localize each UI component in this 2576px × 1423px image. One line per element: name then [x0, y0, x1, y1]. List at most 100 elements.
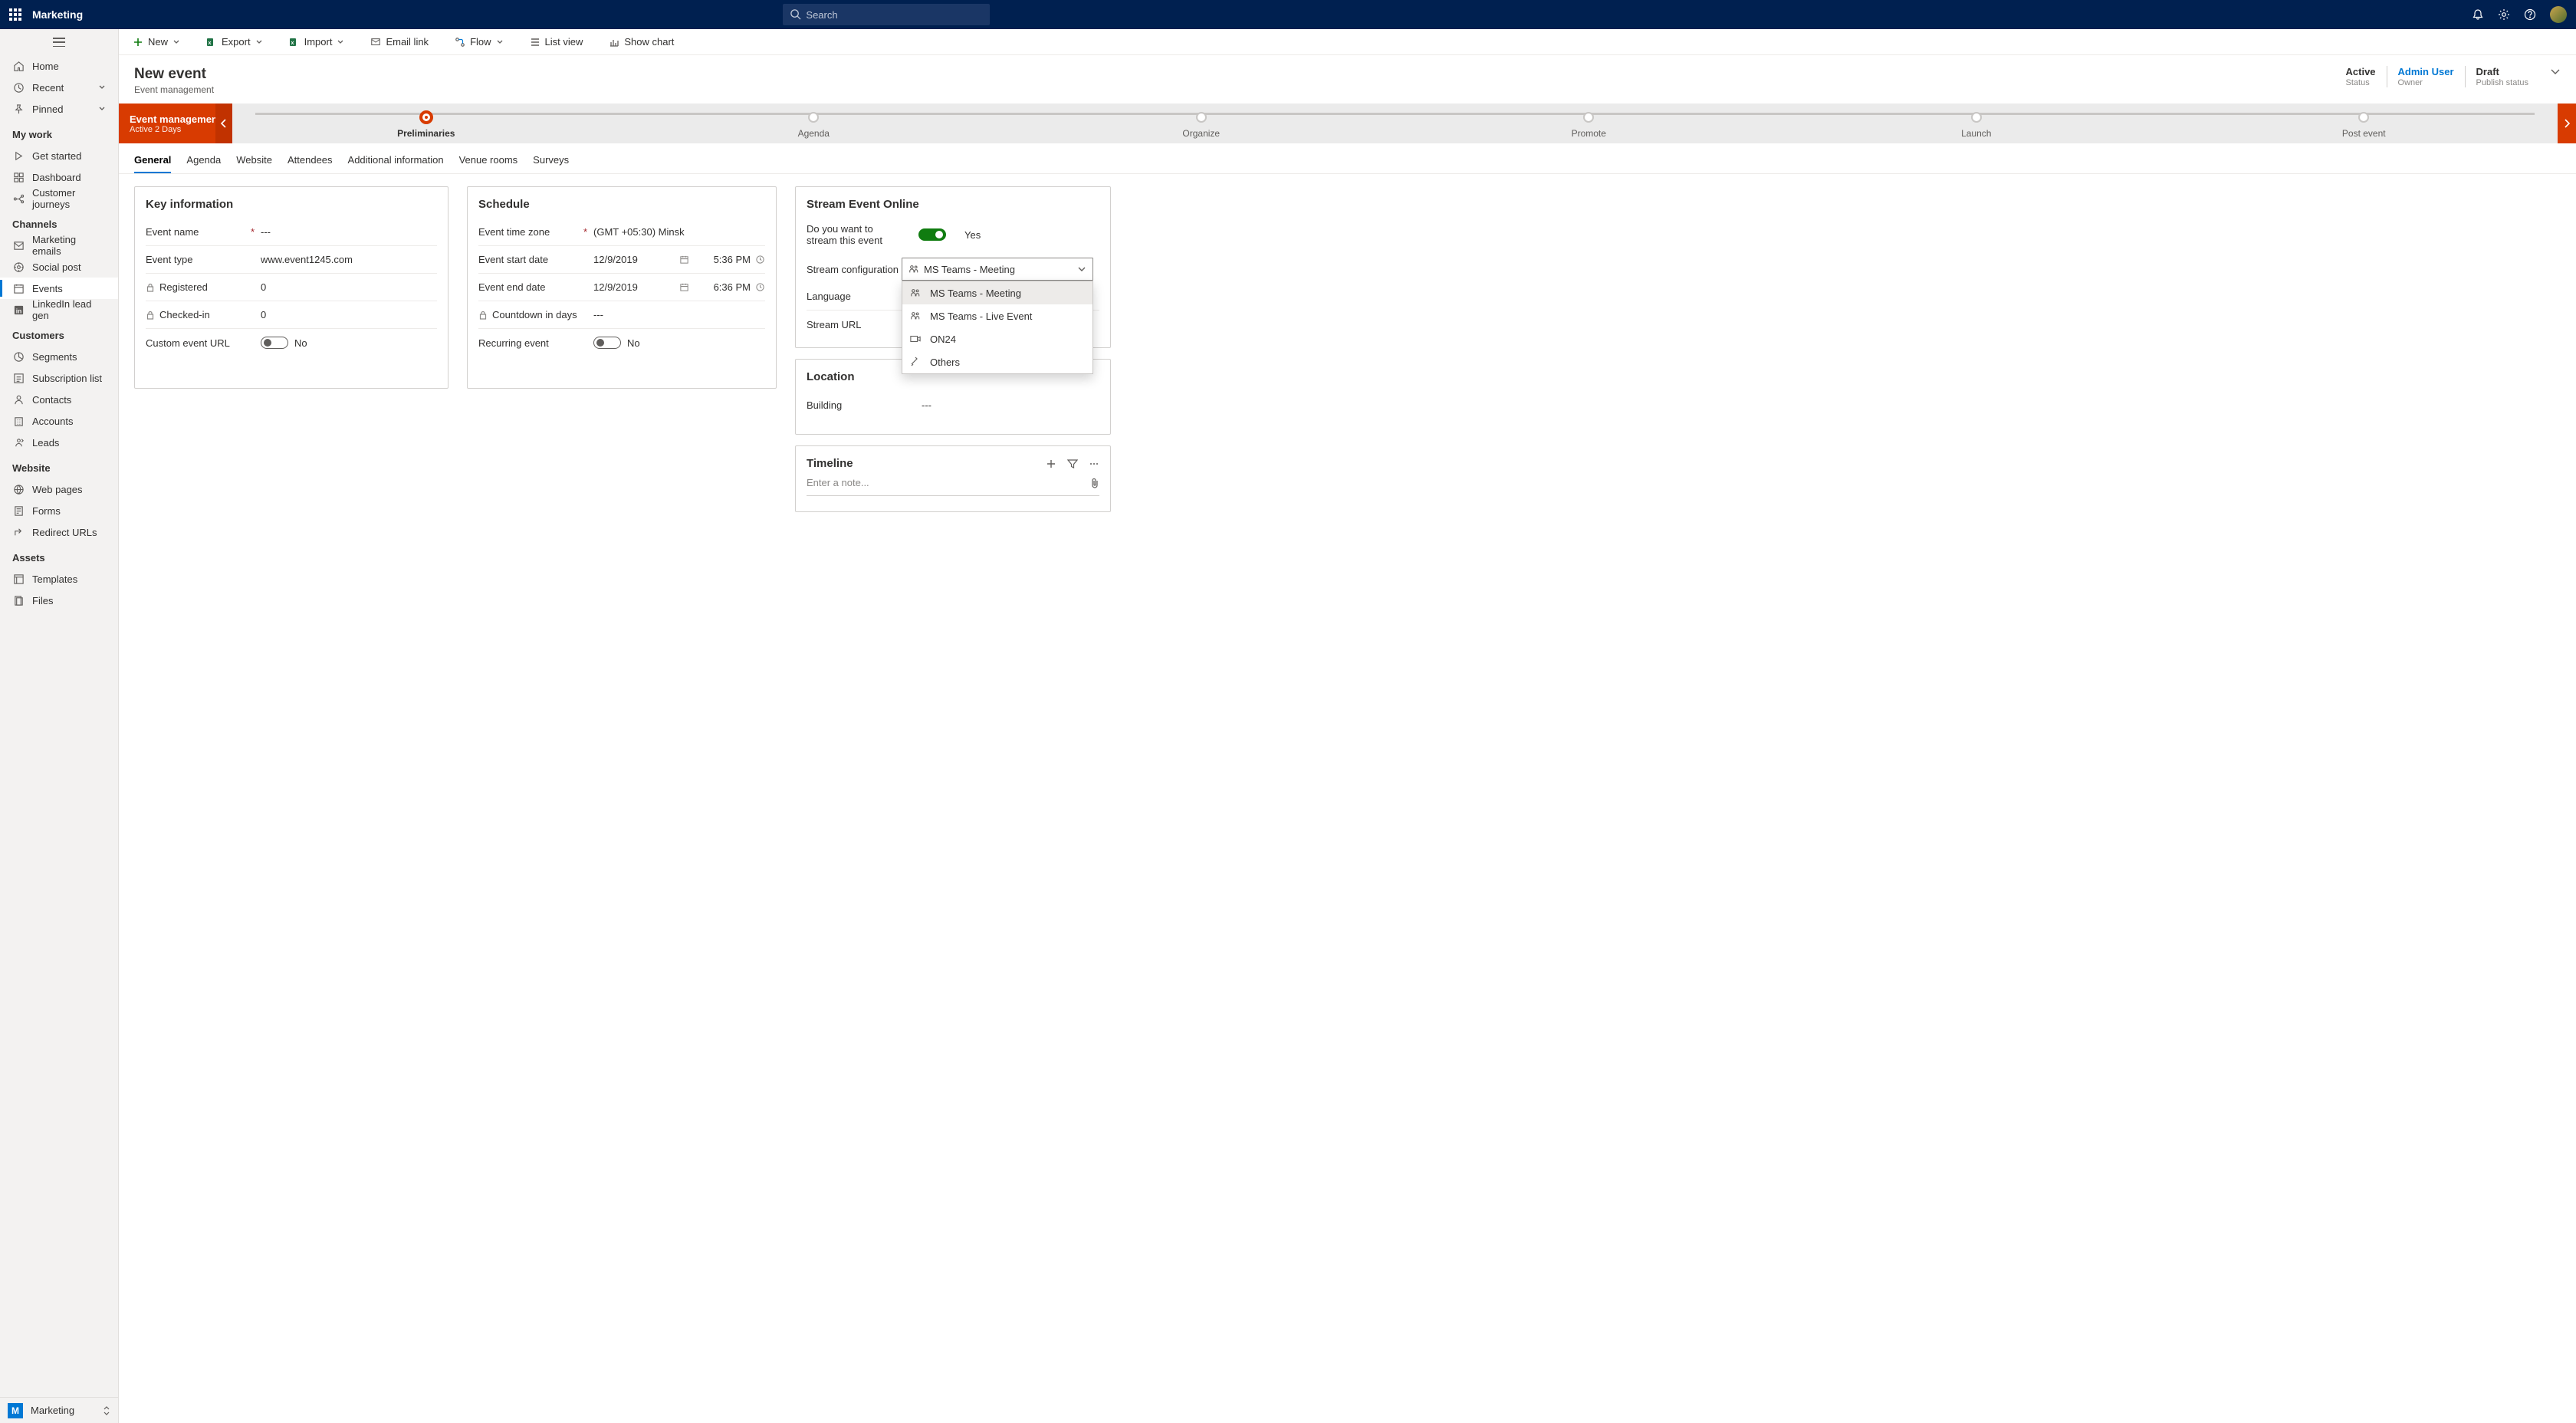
- form-row: Countdown in days---: [478, 301, 765, 329]
- tab-additional-information[interactable]: Additional information: [348, 148, 444, 173]
- row-value[interactable]: ---: [261, 226, 437, 238]
- bpf-active-stage[interactable]: Event management Active 2 Days: [119, 104, 232, 143]
- cmd-new[interactable]: New: [128, 31, 185, 53]
- cmd-label: Export: [222, 36, 251, 48]
- timeline-filter-icon[interactable]: [1067, 458, 1078, 469]
- journeys-icon: [12, 193, 25, 205]
- timeline-add-icon[interactable]: [1046, 458, 1056, 469]
- dropdown-option[interactable]: ON24: [902, 327, 1092, 350]
- bpf-step[interactable]: Promote: [1395, 108, 1783, 139]
- dropdown-option[interactable]: MS Teams - Meeting: [902, 281, 1092, 304]
- global-search[interactable]: [783, 4, 990, 25]
- bpf-step[interactable]: Agenda: [620, 108, 1008, 139]
- row-value[interactable]: www.event1245.com: [261, 254, 437, 265]
- app-launcher-icon[interactable]: [9, 8, 21, 21]
- form-row: Event time zone*(GMT +05:30) Minsk: [478, 219, 765, 246]
- cmd-listview[interactable]: List view: [525, 31, 588, 53]
- tab-attendees[interactable]: Attendees: [288, 148, 333, 173]
- bpf-step[interactable]: Preliminaries: [232, 108, 620, 139]
- tab-surveys[interactable]: Surveys: [533, 148, 569, 173]
- row-value[interactable]: ---: [593, 309, 765, 320]
- nav-linkedin[interactable]: inLinkedIn lead gen: [0, 299, 118, 320]
- bpf-step[interactable]: Post event: [2170, 108, 2558, 139]
- stream-toggle[interactable]: [918, 228, 946, 241]
- clock-icon[interactable]: [755, 282, 765, 292]
- home-icon: [12, 61, 25, 72]
- header-expand-icon[interactable]: [2550, 66, 2561, 77]
- nav-webpages[interactable]: Web pages: [0, 478, 118, 500]
- date-value[interactable]: 12/9/2019: [593, 254, 675, 265]
- nav-recent[interactable]: Recent: [0, 77, 118, 98]
- nav-templates[interactable]: Templates: [0, 568, 118, 590]
- segments-icon: [12, 351, 25, 363]
- cmd-label: Import: [304, 36, 333, 48]
- nav-memails[interactable]: Marketing emails: [0, 235, 118, 256]
- nav-getstarted[interactable]: Get started: [0, 145, 118, 166]
- row-label: Event type: [146, 254, 261, 265]
- timeline-more-icon[interactable]: [1089, 458, 1099, 469]
- tab-venue-rooms[interactable]: Venue rooms: [459, 148, 518, 173]
- row-value[interactable]: 0: [261, 281, 437, 293]
- cmd-emaillink[interactable]: Email link: [366, 31, 433, 53]
- area-switcher[interactable]: M Marketing: [0, 1397, 118, 1423]
- row-value[interactable]: (GMT +05:30) Minsk: [593, 226, 765, 238]
- linkedin-icon: in: [12, 304, 25, 316]
- nav-leads[interactable]: Leads: [0, 432, 118, 453]
- settings-icon[interactable]: [2498, 8, 2510, 21]
- nav-segments[interactable]: Segments: [0, 346, 118, 367]
- nav-social[interactable]: Social post: [0, 256, 118, 278]
- nav-files[interactable]: Files: [0, 590, 118, 611]
- calendar-icon[interactable]: [679, 255, 689, 265]
- nav-home[interactable]: Home: [0, 55, 118, 77]
- nav-journeys[interactable]: Customer journeys: [0, 188, 118, 209]
- cmd-export[interactable]: xExport: [202, 31, 268, 53]
- timeline-note-input[interactable]: Enter a note...: [807, 470, 1099, 496]
- user-avatar[interactable]: [2550, 6, 2567, 23]
- row-value[interactable]: 0: [261, 309, 437, 320]
- toggle-switch[interactable]: [261, 337, 288, 349]
- tab-general[interactable]: General: [134, 148, 171, 173]
- clock-icon[interactable]: [755, 255, 765, 265]
- nav-dashboard[interactable]: Dashboard: [0, 166, 118, 188]
- meta-value: Draft: [2476, 66, 2528, 77]
- attachment-icon[interactable]: [1090, 478, 1099, 488]
- svg-text:in: in: [15, 307, 21, 314]
- tab-website[interactable]: Website: [236, 148, 272, 173]
- stage-advance-button[interactable]: [2558, 104, 2576, 143]
- nav-forms[interactable]: Forms: [0, 500, 118, 521]
- calendar-icon[interactable]: [679, 282, 689, 292]
- time-value[interactable]: 5:36 PM: [705, 254, 751, 265]
- dropdown-option[interactable]: Others: [902, 350, 1092, 373]
- bpf-step[interactable]: Launch: [1783, 108, 2170, 139]
- dropdown-option[interactable]: MS Teams - Live Event: [902, 304, 1092, 327]
- stage-back-button[interactable]: [215, 104, 232, 143]
- meta-value[interactable]: Admin User: [2398, 66, 2454, 77]
- stream-config-value: MS Teams - Meeting: [924, 264, 1015, 275]
- toggle-switch[interactable]: [593, 337, 621, 349]
- page-title: New event: [134, 66, 214, 83]
- row-value[interactable]: ---: [922, 399, 1099, 411]
- stream-config-dropdown[interactable]: MS Teams - Meeting MS Teams - MeetingMS …: [902, 258, 1093, 281]
- bpf-step[interactable]: Organize: [1007, 108, 1395, 139]
- nav-label: Forms: [32, 505, 61, 517]
- nav-label: Home: [32, 61, 59, 72]
- row-label: Registered: [146, 281, 261, 293]
- time-value[interactable]: 6:36 PM: [705, 281, 751, 293]
- date-value[interactable]: 12/9/2019: [593, 281, 675, 293]
- notifications-icon[interactable]: [2472, 8, 2484, 21]
- svg-text:x: x: [291, 41, 294, 46]
- help-icon[interactable]: [2524, 8, 2536, 21]
- search-input[interactable]: [783, 4, 990, 25]
- nav-collapse-button[interactable]: [0, 29, 118, 55]
- nav-pinned[interactable]: Pinned: [0, 98, 118, 120]
- nav-accounts[interactable]: Accounts: [0, 410, 118, 432]
- cmd-import[interactable]: x Import: [284, 31, 350, 53]
- nav-sublist[interactable]: Subscription list: [0, 367, 118, 389]
- form-body: Key information Event name*---Event type…: [119, 174, 2576, 524]
- nav-events[interactable]: Events: [0, 278, 118, 299]
- tab-agenda[interactable]: Agenda: [186, 148, 221, 173]
- cmd-showchart[interactable]: Show chart: [604, 31, 678, 53]
- cmd-flow[interactable]: Flow: [450, 31, 508, 53]
- nav-redirect[interactable]: Redirect URLs: [0, 521, 118, 543]
- nav-contacts[interactable]: Contacts: [0, 389, 118, 410]
